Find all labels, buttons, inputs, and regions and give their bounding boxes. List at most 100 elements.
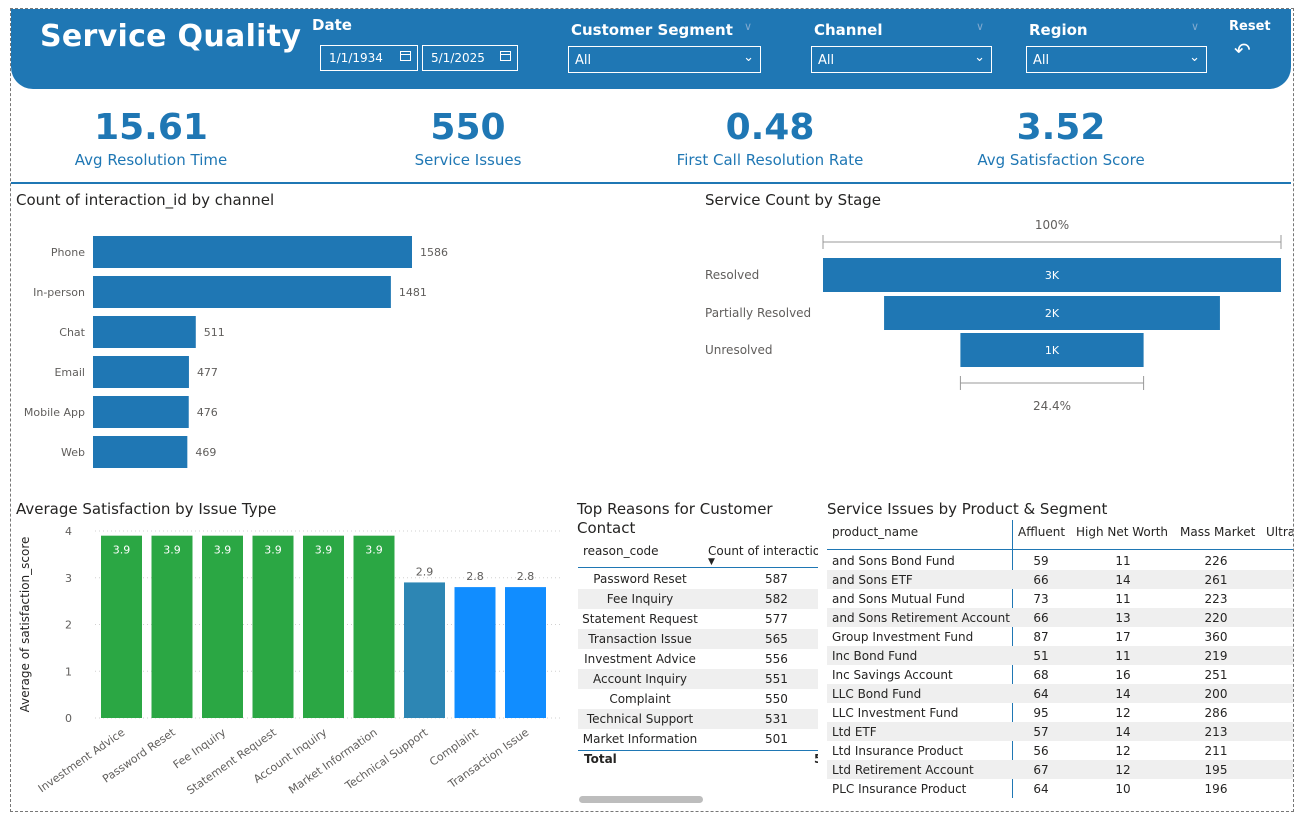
header-rule <box>578 567 818 568</box>
header-rule <box>827 549 1293 550</box>
segment-count-cell: 261 <box>1204 573 1228 587</box>
table-row[interactable]: and Sons Retirement Account 66 13 220 <box>827 608 1293 627</box>
table-row[interactable]: Inc Savings Account 68 16 251 <box>827 665 1293 684</box>
product-name-cell: and Sons Retirement Account <box>832 611 1010 625</box>
header-banner: Service Quality Date 1/1/1934 5/1/2025 C… <box>11 9 1291 89</box>
kpi-first-call-resolution: 0.48 First Call Resolution Rate <box>645 107 895 170</box>
y-axis-label: Average of satisfaction_score <box>18 537 32 713</box>
horizontal-scrollbar[interactable] <box>579 796 703 803</box>
product-table-title: Service Issues by Product & Segment <box>827 500 1108 518</box>
table-row[interactable]: Group Investment Fund 87 17 360 <box>827 627 1293 646</box>
segment-count-cell: 195 <box>1204 763 1228 777</box>
segment-count-cell: 213 <box>1204 725 1228 739</box>
segment-count-cell: 12 <box>1115 744 1131 758</box>
customer-segment-dropdown[interactable]: All ⌄ <box>568 46 761 73</box>
data-label: 2.8 <box>466 570 484 583</box>
table-row[interactable]: Transaction Issue 565 <box>578 629 818 649</box>
segment-count-cell: 87 <box>1033 630 1049 644</box>
product-name-cell: Ltd ETF <box>832 725 877 739</box>
table-row[interactable]: Ltd Retirement Account 67 12 195 <box>827 760 1293 779</box>
table-row[interactable]: Market Information 501 <box>578 729 818 749</box>
column-header-count[interactable]: Count of interactio <box>708 544 818 558</box>
region-dropdown[interactable]: All ⌄ <box>1026 46 1207 73</box>
chevron-down-icon[interactable]: ∨ <box>976 20 984 33</box>
calendar-icon[interactable] <box>500 51 511 61</box>
channel-dropdown[interactable]: All ⌄ <box>811 46 992 73</box>
count-cell: 565 <box>765 632 788 646</box>
chevron-down-icon[interactable]: ∨ <box>1191 20 1199 33</box>
kpi-value: 550 <box>430 107 506 148</box>
table-row[interactable]: Fee Inquiry 582 <box>578 589 818 609</box>
table-row[interactable]: Password Reset 587 <box>578 569 818 589</box>
segment-count-cell: 286 <box>1204 706 1228 720</box>
table-row[interactable]: PLC Insurance Product 64 10 196 <box>827 779 1293 798</box>
table-row[interactable]: and Sons Bond Fund 59 11 226 <box>827 551 1293 570</box>
date-start-value: 1/1/1934 <box>329 51 383 65</box>
chevron-down-icon[interactable]: ∨ <box>744 20 752 33</box>
product-segment-table[interactable]: product_name Affluent High Net Worth Mas… <box>827 520 1293 800</box>
table-row[interactable]: Ltd ETF 57 14 213 <box>827 722 1293 741</box>
column-header-product-name[interactable]: product_name <box>832 525 918 539</box>
segment-count-cell: 11 <box>1115 592 1131 606</box>
kpi-avg-satisfaction: 3.52 Avg Satisfaction Score <box>936 108 1186 170</box>
sort-desc-icon[interactable]: ▼ <box>708 557 715 567</box>
segment-count-cell: 220 <box>1204 611 1228 625</box>
product-name-cell: LLC Bond Fund <box>832 687 922 701</box>
product-name-cell: Ltd Retirement Account <box>832 763 974 777</box>
count-cell: 556 <box>765 652 788 666</box>
column-header-affluent[interactable]: Affluent <box>1018 525 1065 539</box>
date-start-input[interactable]: 1/1/1934 <box>320 45 418 71</box>
table-row[interactable]: Account Inquiry 551 <box>578 669 818 689</box>
table-row[interactable]: LLC Bond Fund 64 14 200 <box>827 684 1293 703</box>
x-tick-label: Market Information <box>286 726 379 797</box>
channel-bar-chart: Phone 1586 In-person 1481 Chat 511 Email 477 Mob… <box>24 236 448 468</box>
reasons-table-title: Top Reasons for Customer Contact <box>577 500 773 537</box>
region-label: Region <box>1029 21 1088 39</box>
column-header-mass-market[interactable]: Mass Market <box>1180 525 1255 539</box>
date-end-input[interactable]: 5/1/2025 <box>422 45 518 71</box>
table-row[interactable]: Investment Advice 556 <box>578 649 818 669</box>
data-label: 3.9 <box>264 544 282 557</box>
product-name-cell: LLC Investment Fund <box>832 706 959 720</box>
product-name-cell: Inc Savings Account <box>832 668 953 682</box>
table-row[interactable]: and Sons Mutual Fund 73 11 223 <box>827 589 1293 608</box>
table-row[interactable]: Ltd Insurance Product 56 12 211 <box>827 741 1293 760</box>
undo-icon[interactable]: ↶ <box>1234 38 1251 62</box>
satisfaction-bar-chart: 0 1 2 3 4 Average of satisfaction_score 3.9 Inv… <box>18 525 560 797</box>
calendar-icon[interactable] <box>400 51 411 61</box>
table-row[interactable]: and Sons ETF 66 14 261 <box>827 570 1293 589</box>
table-row[interactable]: Technical Support 531 <box>578 709 818 729</box>
reasons-table[interactable]: reason_code Count of interactio ▼ Total … <box>578 542 818 782</box>
column-header-ultra[interactable]: Ultra <box>1266 525 1293 539</box>
kpi-label: First Call Resolution Rate <box>676 151 864 169</box>
segment-count-cell: 67 <box>1033 763 1049 777</box>
table-row[interactable]: Complaint 550 <box>578 689 818 709</box>
segment-count-cell: 14 <box>1115 725 1131 739</box>
y-tick-label: 2 <box>65 619 72 632</box>
kpi-value: 15.61 <box>94 107 208 148</box>
table-row[interactable]: Statement Request 577 <box>578 609 818 629</box>
column-header-reason-code[interactable]: reason_code <box>583 544 659 558</box>
data-label: 2.9 <box>416 565 434 578</box>
data-label: 3.9 <box>315 544 333 557</box>
customer-segment-label: Customer Segment <box>571 21 733 39</box>
segment-count-cell: 64 <box>1033 687 1049 701</box>
customer-segment-value: All <box>575 53 592 68</box>
reset-button-label[interactable]: Reset <box>1229 19 1271 34</box>
data-label: 469 <box>195 446 216 459</box>
reason-cell: Transaction Issue <box>588 632 692 646</box>
table-row[interactable]: Inc Bond Fund 51 11 219 <box>827 646 1293 665</box>
bar <box>505 587 546 718</box>
reason-cell: Market Information <box>582 732 698 746</box>
bar <box>454 587 496 718</box>
chevron-down-icon: ⌄ <box>1189 50 1200 65</box>
segment-count-cell: 73 <box>1033 592 1049 606</box>
segment-count-cell: 59 <box>1033 554 1049 568</box>
segment-count-cell: 14 <box>1115 573 1131 587</box>
bar <box>151 535 193 718</box>
column-header-high-net-worth[interactable]: High Net Worth <box>1076 525 1168 539</box>
chevron-down-icon: ⌄ <box>974 50 985 65</box>
kpi-value: 0.48 <box>725 107 815 148</box>
table-row[interactable]: LLC Investment Fund 95 12 286 <box>827 703 1293 722</box>
total-value: 5 <box>814 752 818 766</box>
